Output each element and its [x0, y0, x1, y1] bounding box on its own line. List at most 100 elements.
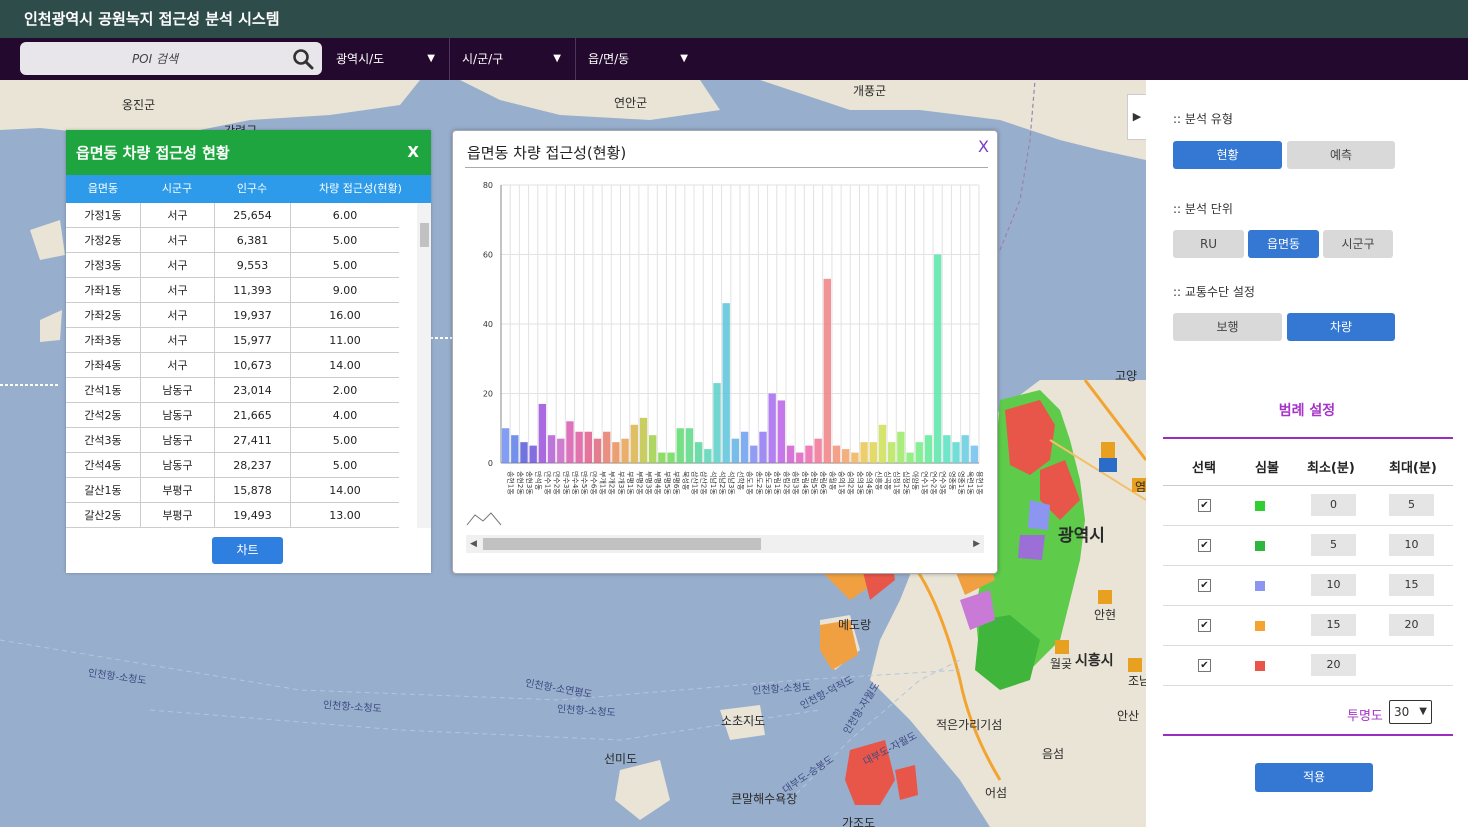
bar[interactable]: [612, 442, 620, 463]
legend-min-input[interactable]: 5: [1311, 534, 1356, 556]
bar[interactable]: [630, 424, 638, 463]
table-row[interactable]: 가좌1동 서구 11,393 9.00: [66, 278, 399, 303]
bar[interactable]: [952, 442, 960, 463]
analysis-type-current-button[interactable]: 현황: [1173, 141, 1282, 169]
bar[interactable]: [897, 431, 905, 463]
table-header-cell[interactable]: 읍면동: [66, 175, 140, 203]
bar[interactable]: [713, 383, 721, 463]
table-row[interactable]: 간석4동 남동구 28,237 5.00: [66, 453, 399, 478]
bar[interactable]: [538, 403, 547, 463]
table-row[interactable]: 간석1동 남동구 23,014 2.00: [66, 378, 399, 403]
bar[interactable]: [906, 452, 914, 463]
table-row[interactable]: 가정1동 서구 25,654 6.00: [66, 203, 399, 228]
select-city[interactable]: 시/군/구 ▼: [450, 38, 576, 80]
table-row[interactable]: 가좌2동 서구 19,937 16.00: [66, 303, 399, 328]
bar[interactable]: [943, 435, 951, 463]
bar[interactable]: [915, 442, 923, 463]
bar[interactable]: [759, 431, 767, 463]
analysis-unit-dong-button[interactable]: 읍면동: [1248, 230, 1319, 258]
poi-search-input[interactable]: [30, 45, 280, 72]
legend-max-input[interactable]: 20: [1389, 614, 1434, 636]
bar[interactable]: [529, 445, 537, 463]
table-scrollbar[interactable]: [417, 203, 431, 528]
bar[interactable]: [667, 452, 675, 463]
analysis-unit-ru-button[interactable]: RU: [1173, 230, 1244, 258]
table-row[interactable]: 갈산2동 부평구 19,493 13.00: [66, 503, 399, 528]
bar[interactable]: [970, 445, 979, 463]
select-dong[interactable]: 읍/면/동 ▼: [576, 38, 702, 80]
bar[interactable]: [860, 442, 868, 463]
table-header-cell[interactable]: 차량 접근성(현황): [290, 175, 431, 203]
bar[interactable]: [547, 435, 556, 463]
table-row[interactable]: 간석2동 남동구 21,665 4.00: [66, 403, 399, 428]
legend-checkbox[interactable]: ✔: [1198, 579, 1211, 592]
transport-car-button[interactable]: 차량: [1287, 313, 1395, 341]
bar[interactable]: [676, 428, 684, 463]
bar[interactable]: [768, 393, 776, 464]
table-row[interactable]: 간석3동 남동구 27,411 5.00: [66, 428, 399, 453]
legend-min-input[interactable]: 20: [1311, 654, 1356, 676]
scrollbar-thumb[interactable]: [483, 538, 761, 550]
legend-checkbox[interactable]: ✔: [1198, 619, 1211, 632]
bar[interactable]: [566, 421, 574, 463]
scrollbar-thumb[interactable]: [420, 223, 429, 247]
legend-checkbox[interactable]: ✔: [1198, 659, 1211, 672]
bar[interactable]: [750, 445, 758, 463]
legend-min-input[interactable]: 10: [1311, 574, 1356, 596]
bar[interactable]: [520, 442, 528, 463]
legend-checkbox[interactable]: ✔: [1198, 499, 1211, 512]
chart-button[interactable]: 차트: [212, 537, 283, 564]
close-chart-panel-button[interactable]: X: [978, 137, 989, 156]
bar[interactable]: [621, 438, 629, 463]
search-icon[interactable]: [292, 48, 314, 70]
legend-max-input[interactable]: 10: [1389, 534, 1434, 556]
bar[interactable]: [851, 452, 859, 463]
select-province[interactable]: 광역시/도 ▼: [324, 38, 450, 80]
bar[interactable]: [648, 435, 657, 463]
table-row[interactable]: 가좌4동 서구 10,673 14.00: [66, 353, 399, 378]
collapse-panel-button[interactable]: ▶: [1127, 94, 1146, 140]
bar[interactable]: [832, 445, 841, 463]
table-row[interactable]: 가정2동 서구 6,381 5.00: [66, 228, 399, 253]
bar[interactable]: [511, 435, 519, 463]
bar[interactable]: [878, 424, 887, 463]
legend-min-input[interactable]: 15: [1311, 614, 1356, 636]
bar[interactable]: [887, 442, 896, 463]
bar[interactable]: [658, 452, 666, 463]
legend-min-input[interactable]: 0: [1311, 494, 1356, 516]
bar[interactable]: [924, 435, 933, 463]
apply-button[interactable]: 적용: [1255, 763, 1373, 792]
bar[interactable]: [593, 438, 602, 463]
legend-checkbox[interactable]: ✔: [1198, 539, 1211, 552]
bar[interactable]: [961, 435, 969, 463]
bar[interactable]: [731, 438, 740, 463]
bar[interactable]: [786, 445, 795, 463]
bar[interactable]: [869, 442, 877, 463]
bar[interactable]: [685, 428, 694, 463]
legend-max-input[interactable]: 15: [1389, 574, 1434, 596]
bar[interactable]: [842, 449, 850, 463]
scroll-left-icon[interactable]: ◀: [470, 535, 477, 553]
bar[interactable]: [796, 452, 804, 463]
bar[interactable]: [722, 303, 730, 463]
bar[interactable]: [603, 431, 611, 463]
mini-chart-icon[interactable]: [466, 512, 502, 526]
legend-max-input[interactable]: 5: [1389, 494, 1434, 516]
table-row[interactable]: 가정3동 서구 9,553 5.00: [66, 253, 399, 278]
bar[interactable]: [694, 442, 703, 463]
bar[interactable]: [639, 417, 648, 463]
bar[interactable]: [575, 431, 583, 463]
bar[interactable]: [584, 431, 593, 463]
analysis-unit-city-button[interactable]: 시군구: [1323, 230, 1393, 258]
table-header-cell[interactable]: 시군구: [140, 175, 214, 203]
table-header-cell[interactable]: 인구수: [214, 175, 290, 203]
bar[interactable]: [933, 254, 942, 464]
bar[interactable]: [557, 438, 565, 463]
bar[interactable]: [814, 438, 822, 463]
scroll-right-icon[interactable]: ▶: [973, 535, 980, 553]
bar[interactable]: [823, 278, 832, 463]
analysis-type-forecast-button[interactable]: 예측: [1287, 141, 1395, 169]
table-row[interactable]: 가좌3동 서구 15,977 11.00: [66, 328, 399, 353]
bar[interactable]: [777, 400, 786, 463]
table-row[interactable]: 갈산1동 부평구 15,878 14.00: [66, 478, 399, 503]
